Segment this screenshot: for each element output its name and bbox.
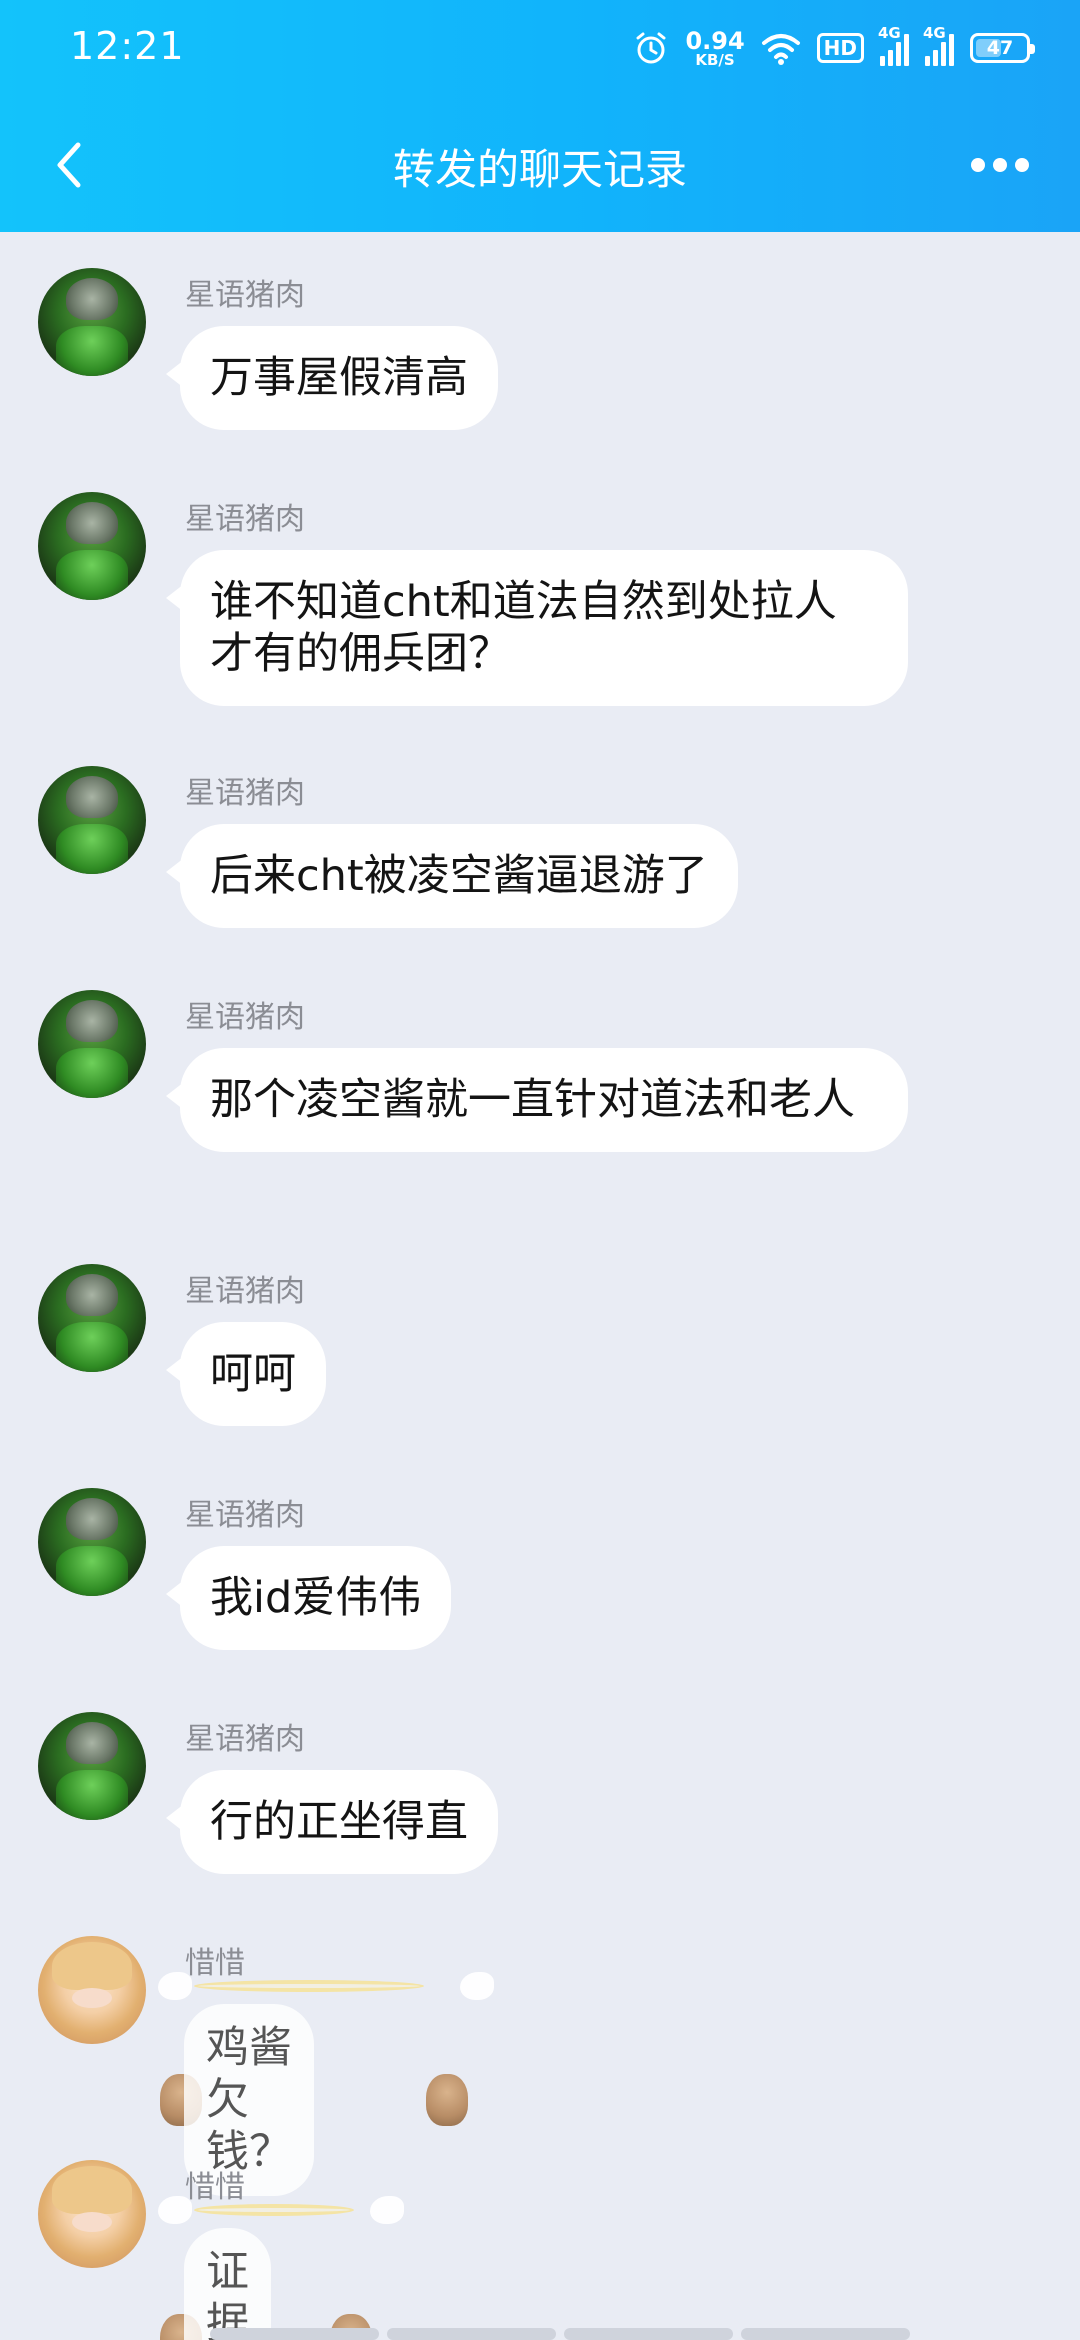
message-bubble[interactable]: 后来cht被凌空酱逼退游了	[166, 824, 738, 928]
network-speed: 0.94 KB/S	[685, 29, 744, 68]
signal-sim1-label: 4G	[878, 24, 901, 42]
network-speed-unit: KB/S	[695, 50, 735, 69]
wing-decoration	[158, 2196, 192, 2224]
page-title: 转发的聊天记录	[392, 145, 687, 194]
sender-name: 星语猪肉	[185, 502, 305, 537]
message-bubble[interactable]: 谁不知道cht和道法自然到处拉人才有的佣兵团？	[166, 550, 908, 706]
avatar[interactable]	[38, 766, 146, 874]
message-bubble[interactable]: 万事屋假清高	[166, 326, 498, 430]
network-speed-value: 0.94	[685, 26, 745, 55]
sender-name: 星语猪肉	[185, 776, 305, 811]
avatar[interactable]	[38, 1488, 146, 1596]
avatar[interactable]	[38, 1712, 146, 1820]
avatar[interactable]	[38, 990, 146, 1098]
header-bar: 12:21 0.94 KB/S HD 4G 4G 47 转发的聊天记录	[0, 0, 1080, 232]
signal-sim2-label: 4G	[923, 24, 946, 42]
wing-decoration	[370, 2196, 404, 2224]
message-bubble[interactable]: 行的正坐得直	[166, 1770, 498, 1874]
message-bubble[interactable]: 那个凌空酱就一直针对道法和老人	[166, 1048, 908, 1152]
status-icons: 0.94 KB/S HD 4G 4G 47	[633, 22, 1035, 74]
alarm-icon	[636, 32, 666, 64]
status-bar: 12:21 0.94 KB/S HD 4G 4G 47	[0, 0, 1080, 96]
sender-name: 惜惜	[185, 1946, 245, 1981]
avatar[interactable]	[38, 1936, 146, 2044]
bottom-bar-hint	[210, 2328, 910, 2340]
message-bubble[interactable]: 我id爱伟伟	[165, 1546, 452, 1650]
more-options-icon[interactable]	[960, 140, 1040, 190]
avatar[interactable]	[38, 492, 146, 600]
halo-decoration	[194, 1980, 424, 1992]
wing-decoration	[158, 1972, 192, 2000]
wifi-icon	[761, 34, 800, 65]
avatar[interactable]	[38, 2160, 146, 2268]
signal-sim1-icon: 4G	[878, 24, 909, 66]
sender-name: 星语猪肉	[185, 1722, 305, 1757]
hd-voice-icon: HD	[816, 33, 864, 63]
wing-decoration	[460, 1972, 494, 2000]
signal-sim2-icon: 4G	[923, 24, 954, 66]
message-bubble[interactable]: 证据捏	[184, 2228, 271, 2340]
nav-bar: 转发的聊天记录	[0, 110, 1080, 220]
message-bubble[interactable]: 呵呵	[166, 1322, 326, 1426]
bear-decoration	[426, 2074, 468, 2126]
halo-decoration	[194, 2204, 354, 2216]
sender-name: 惜惜	[185, 2170, 245, 2205]
sender-name: 星语猪肉	[185, 1000, 305, 1035]
avatar[interactable]	[38, 268, 146, 376]
battery-icon: 47	[970, 33, 1035, 63]
sender-name: 星语猪肉	[185, 1274, 305, 1309]
battery-level: 47	[986, 37, 1014, 59]
avatar[interactable]	[38, 1264, 146, 1372]
status-time: 12:21	[70, 24, 185, 68]
sender-name: 星语猪肉	[185, 1498, 305, 1533]
sender-name: 星语猪肉	[185, 278, 305, 313]
